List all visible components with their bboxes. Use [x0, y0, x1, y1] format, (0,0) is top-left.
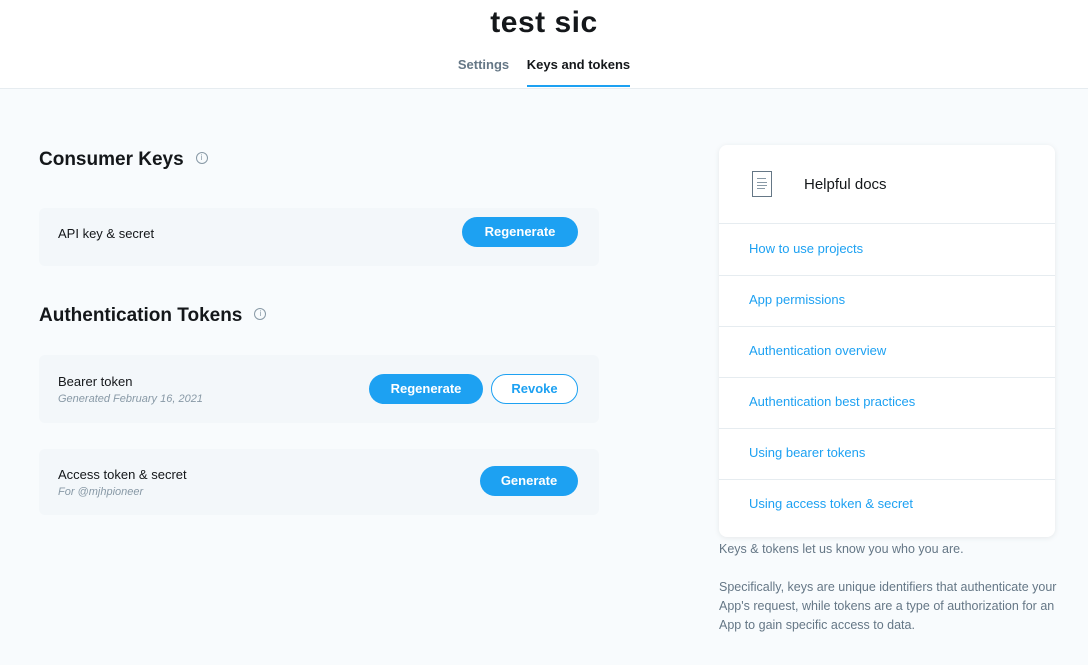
keys-tokens-description: Specifically, keys are unique identifier…: [719, 580, 1057, 632]
info-icon[interactable]: i: [254, 307, 267, 320]
access-token-generate-button[interactable]: Generate: [480, 466, 578, 496]
doc-link-app-permissions[interactable]: App permissions: [719, 275, 1055, 327]
doc-link-label[interactable]: App permissions: [749, 292, 845, 307]
app-header: test sic Settings Keys and tokens: [0, 0, 1088, 89]
doc-link-label[interactable]: How to use projects: [749, 241, 863, 256]
doc-link-using-access-token[interactable]: Using access token & secret: [719, 479, 1055, 530]
doc-link-authentication-best-practices[interactable]: Authentication best practices: [719, 377, 1055, 429]
tab-settings[interactable]: Settings: [458, 57, 509, 85]
doc-link-label[interactable]: Authentication overview: [749, 343, 886, 358]
access-token-owner: For @mjhpioneer: [58, 486, 144, 498]
info-icon[interactable]: i: [195, 151, 208, 164]
consumer-keys-section-title: Consumer Keys i: [39, 149, 208, 171]
doc-link-using-bearer-tokens[interactable]: Using bearer tokens: [719, 428, 1055, 480]
tab-bar: Settings Keys and tokens: [0, 57, 1088, 87]
bearer-token-label: Bearer token: [58, 374, 133, 389]
api-key-label: API key & secret: [58, 226, 155, 241]
helpful-docs-title: Helpful docs: [804, 176, 887, 193]
api-key-row: API key & secret Regenerate: [39, 208, 599, 266]
main-content: Consumer Keys i API key & secret Regenera…: [0, 89, 1088, 665]
tab-keys-and-tokens[interactable]: Keys and tokens: [526, 57, 631, 87]
bearer-token-generated-date: Generated February 16, 2021: [58, 393, 203, 405]
app-title: test sic: [490, 6, 598, 39]
auth-tokens-section-title: Authentication Tokens i: [39, 305, 267, 327]
bearer-token-regenerate-button[interactable]: Regenerate: [369, 374, 483, 404]
helpful-docs-header: Helpful docs: [719, 145, 1055, 224]
document-icon: [752, 171, 772, 197]
doc-link-label[interactable]: Using bearer tokens: [749, 445, 865, 460]
doc-link-label[interactable]: Using access token & secret: [749, 496, 913, 511]
helpful-docs-card: Helpful docs How to use projects App per…: [719, 145, 1055, 537]
doc-link-label[interactable]: Authentication best practices: [749, 394, 915, 409]
api-key-regenerate-button[interactable]: Regenerate: [462, 217, 578, 247]
access-token-row: Access token & secret For @mjhpioneer Ge…: [39, 449, 599, 515]
bearer-token-revoke-button[interactable]: Revoke: [491, 374, 578, 404]
consumer-keys-title: Consumer Keys: [39, 149, 184, 170]
auth-tokens-title: Authentication Tokens: [39, 305, 243, 326]
access-token-label: Access token & secret: [58, 467, 187, 482]
keys-tokens-intro: Keys & tokens let us know you who you ar…: [719, 542, 964, 556]
doc-link-how-to-use-projects[interactable]: How to use projects: [719, 224, 1055, 276]
bearer-token-row: Bearer token Generated February 16, 2021…: [39, 355, 599, 423]
doc-link-authentication-overview[interactable]: Authentication overview: [719, 326, 1055, 378]
